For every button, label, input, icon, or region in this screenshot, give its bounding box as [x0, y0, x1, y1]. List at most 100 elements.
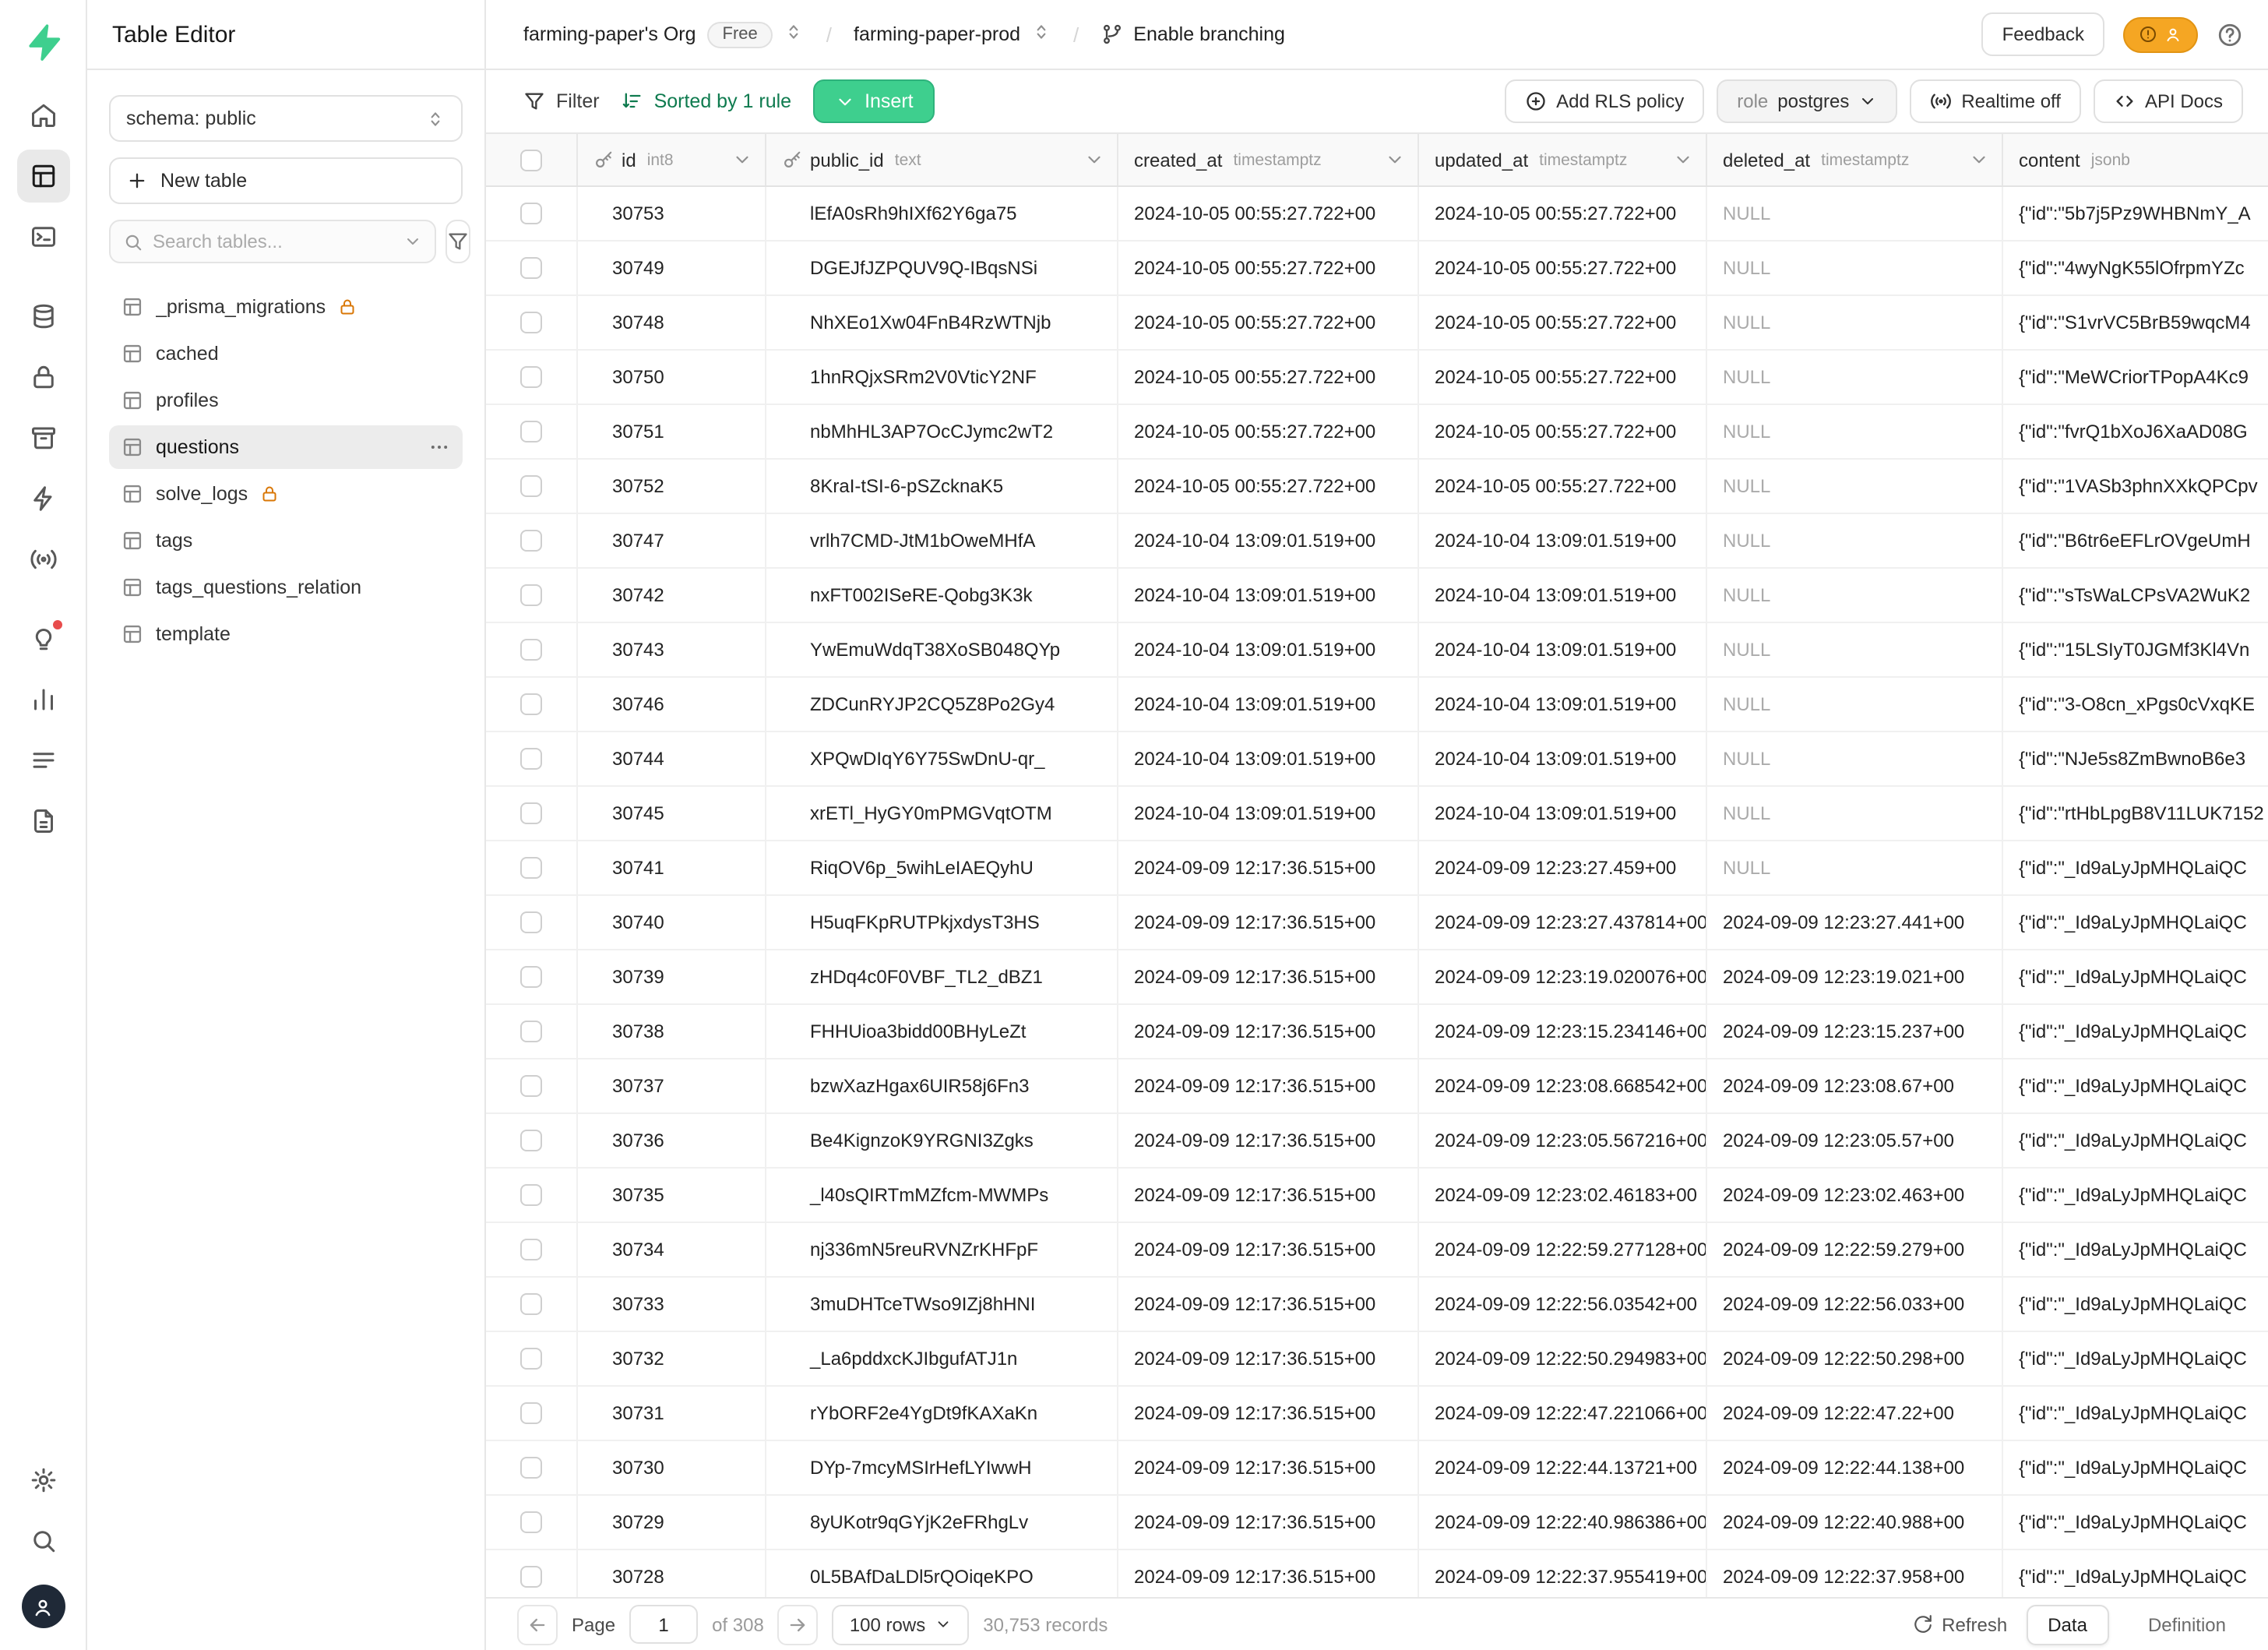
row-checkbox[interactable]: [520, 966, 542, 988]
table-row[interactable]: 30735 _l40sQIRTmMZfcm-MWMPs 2024-09-09 1…: [486, 1169, 2268, 1223]
supabase-logo[interactable]: [16, 16, 69, 69]
cell-created-at[interactable]: 2024-10-05 00:55:27.722+00: [1118, 242, 1419, 294]
cell-updated-at[interactable]: 2024-10-05 00:55:27.722+00: [1419, 460, 1707, 513]
row-checkbox[interactable]: [520, 475, 542, 497]
cell-id[interactable]: 30735: [578, 1169, 766, 1222]
table-row[interactable]: 30751 nbMhHL3AP7OcCJymc2wT2 2024-10-05 0…: [486, 405, 2268, 460]
cell-id[interactable]: 30729: [578, 1496, 766, 1549]
cell-public-id[interactable]: XPQwDIqY6Y75SwDnU-qr_: [766, 732, 1118, 785]
cell-created-at[interactable]: 2024-10-04 13:09:01.519+00: [1118, 678, 1419, 731]
row-checkbox[interactable]: [520, 802, 542, 824]
cell-updated-at[interactable]: 2024-09-09 12:23:08.668542+00: [1419, 1059, 1707, 1112]
column-header-public_id[interactable]: public_id text: [766, 134, 1118, 185]
cell-content[interactable]: {"id":"4wyNgK55lOfrpmYZc: [2003, 242, 2268, 294]
row-checkbox[interactable]: [520, 530, 542, 552]
table-row[interactable]: 30739 zHDq4c0F0VBF_TL2_dBZ1 2024-09-09 1…: [486, 950, 2268, 1005]
column-menu-icon[interactable]: [1969, 150, 1989, 170]
project-switcher[interactable]: [1031, 22, 1051, 47]
row-checkbox[interactable]: [520, 257, 542, 279]
cell-id[interactable]: 30749: [578, 242, 766, 294]
table-row[interactable]: 30752 8KraI-tSI-6-pSZcknaK5 2024-10-05 0…: [486, 460, 2268, 514]
column-header-content[interactable]: content jsonb: [2003, 134, 2268, 185]
cell-public-id[interactable]: _l40sQIRTmMZfcm-MWMPs: [766, 1169, 1118, 1222]
row-checkbox[interactable]: [520, 1402, 542, 1424]
cell-id[interactable]: 30748: [578, 296, 766, 349]
cell-public-id[interactable]: RiqOV6p_5wihLeIAEQyhU: [766, 841, 1118, 894]
role-select[interactable]: role postgres: [1717, 79, 1897, 123]
cell-content[interactable]: {"id":"_Id9aLyJpMHQLaiQC: [2003, 1441, 2268, 1494]
cell-updated-at[interactable]: 2024-09-09 12:22:40.986386+00: [1419, 1496, 1707, 1549]
cell-deleted-at[interactable]: NULL: [1707, 460, 2003, 513]
column-header-updated_at[interactable]: updated_at timestamptz: [1419, 134, 1707, 185]
cell-created-at[interactable]: 2024-10-05 00:55:27.722+00: [1118, 460, 1419, 513]
cell-created-at[interactable]: 2024-09-09 12:17:36.515+00: [1118, 1223, 1419, 1276]
cell-created-at[interactable]: 2024-09-09 12:17:36.515+00: [1118, 1387, 1419, 1440]
cell-content[interactable]: {"id":"_Id9aLyJpMHQLaiQC: [2003, 1169, 2268, 1222]
cell-id[interactable]: 30734: [578, 1223, 766, 1276]
table-row[interactable]: 30732 _La6pddxcKJIbgufATJ1n 2024-09-09 1…: [486, 1332, 2268, 1387]
cell-id[interactable]: 30750: [578, 351, 766, 404]
table-row[interactable]: 30742 nxFT002ISeRE-Qobg3K3k 2024-10-04 1…: [486, 569, 2268, 623]
table-row[interactable]: 30729 8yUKotr9qGYjK2eFRhgLv 2024-09-09 1…: [486, 1496, 2268, 1550]
cell-public-id[interactable]: _La6pddxcKJIbgufATJ1n: [766, 1332, 1118, 1385]
sidebar-item-questions[interactable]: questions: [109, 425, 463, 469]
cell-content[interactable]: {"id":"_Id9aLyJpMHQLaiQC: [2003, 1550, 2268, 1597]
column-menu-icon[interactable]: [732, 150, 752, 170]
cell-deleted-at[interactable]: NULL: [1707, 405, 2003, 458]
cell-id[interactable]: 30737: [578, 1059, 766, 1112]
cell-created-at[interactable]: 2024-09-09 12:17:36.515+00: [1118, 896, 1419, 949]
row-checkbox[interactable]: [520, 911, 542, 933]
cell-updated-at[interactable]: 2024-10-05 00:55:27.722+00: [1419, 296, 1707, 349]
cell-updated-at[interactable]: 2024-09-09 12:22:59.277128+00: [1419, 1223, 1707, 1276]
cell-deleted-at[interactable]: 2024-09-09 12:22:56.033+00: [1707, 1278, 2003, 1331]
cell-deleted-at[interactable]: 2024-09-09 12:22:37.958+00: [1707, 1550, 2003, 1597]
insert-button[interactable]: Insert: [813, 79, 935, 123]
nav-database[interactable]: [16, 290, 69, 343]
cell-id[interactable]: 30751: [578, 405, 766, 458]
page-input[interactable]: [629, 1605, 698, 1644]
cell-content[interactable]: {"id":"1VASb3phnXXkQPCpv: [2003, 460, 2268, 513]
cell-content[interactable]: {"id":"_Id9aLyJpMHQLaiQC: [2003, 1114, 2268, 1167]
cell-created-at[interactable]: 2024-09-09 12:17:36.515+00: [1118, 1496, 1419, 1549]
notifications-badge[interactable]: [2123, 16, 2198, 52]
cell-updated-at[interactable]: 2024-09-09 12:22:47.221066+00: [1419, 1387, 1707, 1440]
table-row[interactable]: 30747 vrlh7CMD-JtM1bOweMHfA 2024-10-04 1…: [486, 514, 2268, 569]
cell-deleted-at[interactable]: 2024-09-09 12:22:40.988+00: [1707, 1496, 2003, 1549]
cell-content[interactable]: {"id":"_Id9aLyJpMHQLaiQC: [2003, 1278, 2268, 1331]
schema-select[interactable]: schema: public: [109, 95, 463, 142]
cell-created-at[interactable]: 2024-10-04 13:09:01.519+00: [1118, 514, 1419, 567]
table-row[interactable]: 30741 RiqOV6p_5wihLeIAEQyhU 2024-09-09 1…: [486, 841, 2268, 896]
cell-public-id[interactable]: lEfA0sRh9hIXf62Y6ga75: [766, 187, 1118, 240]
filter-button[interactable]: Filter: [523, 90, 600, 112]
cell-public-id[interactable]: 8yUKotr9qGYjK2eFRhgLv: [766, 1496, 1118, 1549]
cell-deleted-at[interactable]: 2024-09-09 12:23:02.463+00: [1707, 1169, 2003, 1222]
column-header-id[interactable]: id int8: [578, 134, 766, 185]
cell-public-id[interactable]: 0L5BAfDaLDl5rQOiqeKPO: [766, 1550, 1118, 1597]
refresh-button[interactable]: Refresh: [1912, 1613, 2007, 1635]
cell-created-at[interactable]: 2024-10-04 13:09:01.519+00: [1118, 623, 1419, 676]
table-row[interactable]: 30734 nj336mN5reuRVNZrKHFpF 2024-09-09 1…: [486, 1223, 2268, 1278]
cell-updated-at[interactable]: 2024-09-09 12:23:19.020076+00: [1419, 950, 1707, 1003]
cell-content[interactable]: {"id":"5b7j5Pz9WHBNmY_A: [2003, 187, 2268, 240]
nav-table-editor[interactable]: [16, 150, 69, 203]
cell-created-at[interactable]: 2024-09-09 12:17:36.515+00: [1118, 1278, 1419, 1331]
cell-public-id[interactable]: nxFT002ISeRE-Qobg3K3k: [766, 569, 1118, 622]
cell-content[interactable]: {"id":"_Id9aLyJpMHQLaiQC: [2003, 1387, 2268, 1440]
cell-deleted-at[interactable]: 2024-09-09 12:22:47.22+00: [1707, 1387, 2003, 1440]
cell-content[interactable]: {"id":"_Id9aLyJpMHQLaiQC: [2003, 1332, 2268, 1385]
row-checkbox[interactable]: [520, 366, 542, 388]
cell-updated-at[interactable]: 2024-09-09 12:23:05.567216+00: [1419, 1114, 1707, 1167]
cell-id[interactable]: 30745: [578, 787, 766, 840]
column-header-deleted_at[interactable]: deleted_at timestamptz: [1707, 134, 2003, 185]
help-button[interactable]: [2217, 21, 2243, 48]
cell-created-at[interactable]: 2024-09-09 12:17:36.515+00: [1118, 1059, 1419, 1112]
cell-content[interactable]: {"id":"S1vrVC5BrB59wqcM4: [2003, 296, 2268, 349]
cell-id[interactable]: 30746: [578, 678, 766, 731]
nav-settings[interactable]: [16, 1454, 69, 1507]
cell-public-id[interactable]: bzwXazHgax6UIR58j6Fn3: [766, 1059, 1118, 1112]
table-row[interactable]: 30743 YwEmuWdqT38XoSB048QYp 2024-10-04 1…: [486, 623, 2268, 678]
cell-deleted-at[interactable]: NULL: [1707, 514, 2003, 567]
table-row[interactable]: 30748 NhXEo1Xw04FnB4RzWTNjb 2024-10-05 0…: [486, 296, 2268, 351]
cell-content[interactable]: {"id":"_Id9aLyJpMHQLaiQC: [2003, 1223, 2268, 1276]
cell-updated-at[interactable]: 2024-09-09 12:22:50.294983+00: [1419, 1332, 1707, 1385]
